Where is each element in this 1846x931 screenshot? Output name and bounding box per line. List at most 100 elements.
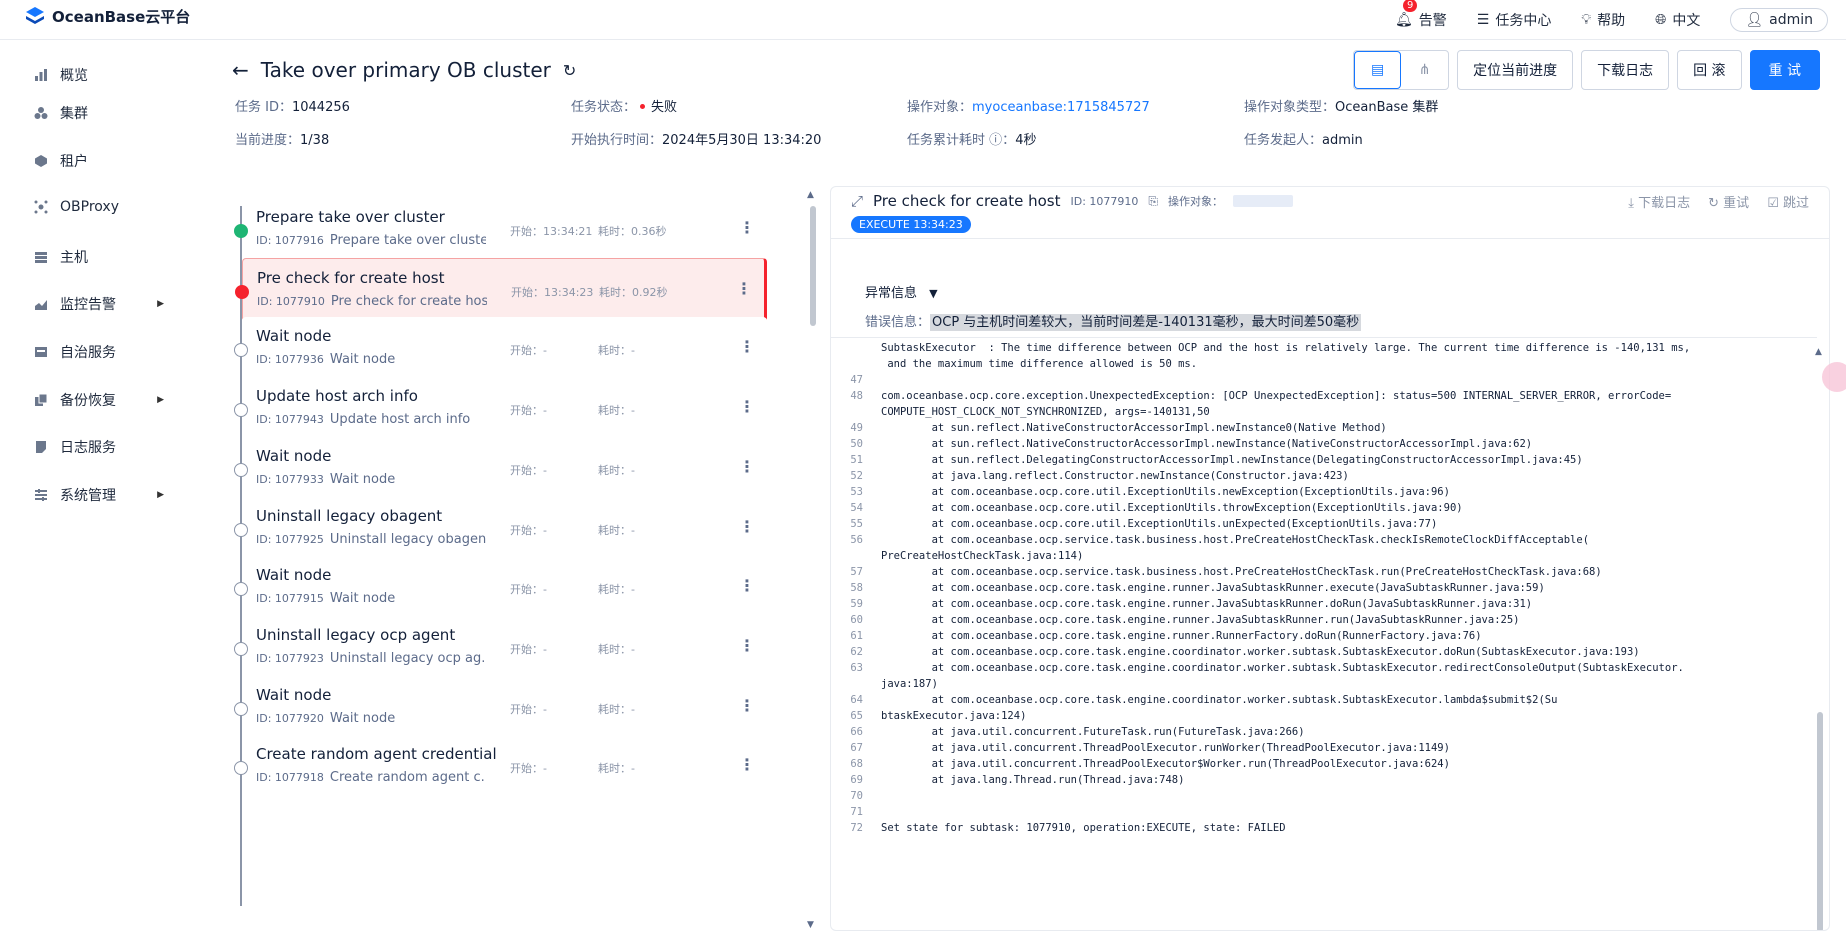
log-scrollbar[interactable]: ▲ bbox=[1815, 347, 1825, 930]
locate-progress-button[interactable]: 定位当前进度 bbox=[1457, 50, 1574, 90]
task-target-link[interactable]: myoceanbase:1715845727 bbox=[972, 100, 1150, 115]
brand-name: OceanBase云平台 bbox=[52, 7, 191, 26]
more-icon[interactable]: ⋮ bbox=[736, 279, 752, 298]
log-line-text: at sun.reflect.NativeConstructorAccessor… bbox=[881, 422, 1387, 434]
log-line-number: 61 bbox=[850, 630, 863, 642]
log-line-number: 49 bbox=[850, 422, 863, 434]
more-icon[interactable]: ⋮ bbox=[739, 457, 755, 476]
caret-down-icon: ▼ bbox=[929, 287, 938, 300]
subtask-item[interactable]: Wait node ID: 1077920 Wait node 开始：- 耗时：- ⋮ bbox=[234, 675, 767, 740]
sidebar-item-service[interactable]: 自治服务 bbox=[34, 342, 164, 362]
lightbulb-icon: 💡︎ bbox=[1581, 12, 1592, 28]
more-icon[interactable]: ⋮ bbox=[739, 636, 755, 655]
sidebar-item-host[interactable]: 主机 bbox=[34, 247, 164, 267]
rollback-button[interactable]: 回 滚 bbox=[1677, 50, 1742, 90]
scroll-thumb[interactable] bbox=[810, 206, 816, 326]
log-line-number: 68 bbox=[850, 758, 863, 770]
more-icon[interactable]: ⋮ bbox=[739, 517, 755, 536]
back-arrow-icon[interactable]: ← bbox=[232, 58, 249, 82]
skip-icon: ☑ bbox=[1767, 196, 1779, 211]
subtask-cost: 耗时：- bbox=[598, 642, 635, 656]
download-log-button[interactable]: 下载日志 bbox=[1581, 50, 1670, 90]
sidebar-item-log[interactable]: 日志服务 bbox=[34, 437, 164, 457]
tree-view-toggle[interactable]: ⋔ bbox=[1401, 51, 1448, 89]
detail-download-log-button[interactable]: ⤓ 下载日志 bbox=[1628, 192, 1690, 211]
brand-logo[interactable]: OceanBase云平台 bbox=[24, 5, 190, 27]
subtask-item[interactable]: Create random agent credential ID: 107791… bbox=[234, 735, 767, 800]
scroll-down-icon[interactable]: ▼ bbox=[807, 920, 814, 930]
sidebar-item-monitor[interactable]: 监控告警 ▶ bbox=[34, 294, 164, 314]
more-icon[interactable]: ⋮ bbox=[739, 337, 755, 356]
sidebar-item-overview[interactable]: 概览 bbox=[34, 65, 164, 85]
subtask-item[interactable]: Uninstall legacy ocp agent ID: 1077923 Uni… bbox=[234, 615, 767, 680]
user-menu[interactable]: 👤︎ admin bbox=[1730, 8, 1828, 32]
log-line-number: 64 bbox=[850, 694, 863, 706]
subtask-item[interactable]: Pre check for create host ID: 1077910 Pre … bbox=[235, 257, 767, 322]
more-icon[interactable]: ⋮ bbox=[739, 696, 755, 715]
log-line-text: at com.oceanbase.ocp.core.task.engine.co… bbox=[881, 694, 1558, 706]
subtask-name: Uninstall legacy ocp agent bbox=[256, 625, 456, 644]
alerts-link[interactable]: 🔔︎ 9 告警 bbox=[1395, 0, 1447, 30]
caret-right-icon: ▶ bbox=[157, 490, 164, 500]
task-target-type: 操作对象类型：OceanBase 集群 bbox=[1244, 96, 1438, 115]
subtask-id: ID: 1077936 Wait node bbox=[256, 352, 395, 367]
subtask-item[interactable]: Update host arch info ID: 1077943 Update h… bbox=[234, 377, 767, 442]
scroll-up-icon[interactable]: ▲ bbox=[1815, 347, 1822, 357]
task-initiator: 任务发起人：admin bbox=[1244, 129, 1363, 148]
log-viewer[interactable]: SubtaskExecutor : The time difference be… bbox=[831, 337, 1817, 930]
scroll-up-icon[interactable]: ▲ bbox=[807, 190, 814, 200]
detail-retry-button[interactable]: ↻ 重试 bbox=[1708, 192, 1749, 211]
log-line-text: at com.oceanbase.ocp.core.util.Exception… bbox=[881, 486, 1450, 498]
help-link[interactable]: 💡︎ 帮助 bbox=[1581, 10, 1625, 30]
more-icon[interactable]: ⋮ bbox=[739, 576, 755, 595]
log-line-text: at com.oceanbase.ocp.service.task.busine… bbox=[881, 534, 1590, 546]
subtask-id-value: ID: 1077925 bbox=[256, 532, 324, 546]
task-status-label: 任务状态： bbox=[571, 100, 637, 115]
subtask-item[interactable]: Prepare take over cluster ID: 1077916 Prep… bbox=[234, 198, 767, 262]
task-center-link[interactable]: ☰ 任务中心 bbox=[1477, 10, 1552, 30]
task-center-label: 任务中心 bbox=[1495, 13, 1552, 29]
error-message-label: 错误信息： bbox=[865, 315, 931, 330]
error-info-toggle[interactable]: 异常信息 ▼ bbox=[865, 282, 938, 301]
sidebar-item-tenant[interactable]: 租户 bbox=[34, 151, 164, 171]
pending-node-icon bbox=[234, 462, 248, 477]
sidebar-item-cluster[interactable]: 集群 bbox=[34, 103, 164, 123]
more-icon[interactable]: ⋮ bbox=[739, 218, 755, 237]
floating-assistant-button[interactable] bbox=[1822, 362, 1846, 392]
subtask-desc: Pre check for create host bbox=[330, 293, 487, 309]
sidebar-item-obproxy[interactable]: OBProxy bbox=[34, 199, 164, 215]
list-view-toggle[interactable]: ▤ bbox=[1354, 51, 1402, 89]
help-label: 帮助 bbox=[1597, 13, 1626, 29]
pending-node-icon bbox=[234, 582, 248, 597]
subtask-item[interactable]: Wait node ID: 1077936 Wait node 开始：- 耗时：- ⋮ bbox=[234, 317, 767, 382]
sidebar-item-backup[interactable]: 备份恢复 ▶ bbox=[34, 390, 164, 410]
subtask-item[interactable]: Uninstall legacy obagent ID: 1077925 Unins… bbox=[234, 496, 767, 561]
subtask-start: 开始：- bbox=[510, 702, 547, 716]
error-message: 错误信息： OCP 与主机时间差较大，当前时间差是-140131毫秒，最大时间差5… bbox=[865, 311, 1362, 331]
language-switch[interactable]: 🌐︎ 中文 bbox=[1655, 10, 1700, 30]
pending-node-icon bbox=[234, 701, 248, 716]
subtask-list-scrollbar[interactable]: ▲ ▼ bbox=[806, 190, 820, 930]
subtask-name: Wait node bbox=[256, 566, 332, 585]
scroll-thumb[interactable] bbox=[1817, 712, 1823, 930]
subtask-item[interactable]: Wait node ID: 1077915 Wait node 开始：- 耗时：- ⋮ bbox=[234, 556, 767, 621]
more-icon[interactable]: ⋮ bbox=[739, 755, 755, 774]
subtask-id-value: ID: 1077923 bbox=[256, 651, 324, 665]
task-target: 操作对象：myoceanbase:1715845727 bbox=[907, 96, 1150, 115]
subtask-id: ID: 1077925 Uninstall legacy obagent bbox=[256, 532, 486, 547]
refresh-icon[interactable]: ↻ bbox=[563, 61, 576, 80]
log-line-text: at com.oceanbase.ocp.core.util.Exception… bbox=[881, 518, 1438, 530]
page-title: Take over primary OB cluster bbox=[260, 58, 551, 82]
detail-skip-button[interactable]: ☑ 跳过 bbox=[1767, 192, 1809, 211]
subtask-start: 开始：- bbox=[510, 762, 547, 776]
retry-button[interactable]: 重 试 bbox=[1749, 50, 1820, 90]
log-line-text: at java.util.concurrent.ThreadPoolExecut… bbox=[881, 758, 1450, 770]
sidebar-item-settings[interactable]: 系统管理 ▶ bbox=[34, 485, 164, 505]
log-line-number: 72 bbox=[850, 822, 863, 834]
subtask-item[interactable]: Wait node ID: 1077933 Wait node 开始：- 耗时：- ⋮ bbox=[234, 436, 767, 501]
copy-icon[interactable]: ⎘ bbox=[1148, 194, 1158, 209]
execute-tag[interactable]: EXECUTE 13:34:23 bbox=[851, 216, 971, 233]
more-icon[interactable]: ⋮ bbox=[739, 397, 755, 416]
question-circle-icon[interactable]: ⓘ bbox=[989, 133, 1002, 148]
expand-icon[interactable]: ⤢ bbox=[851, 192, 863, 210]
